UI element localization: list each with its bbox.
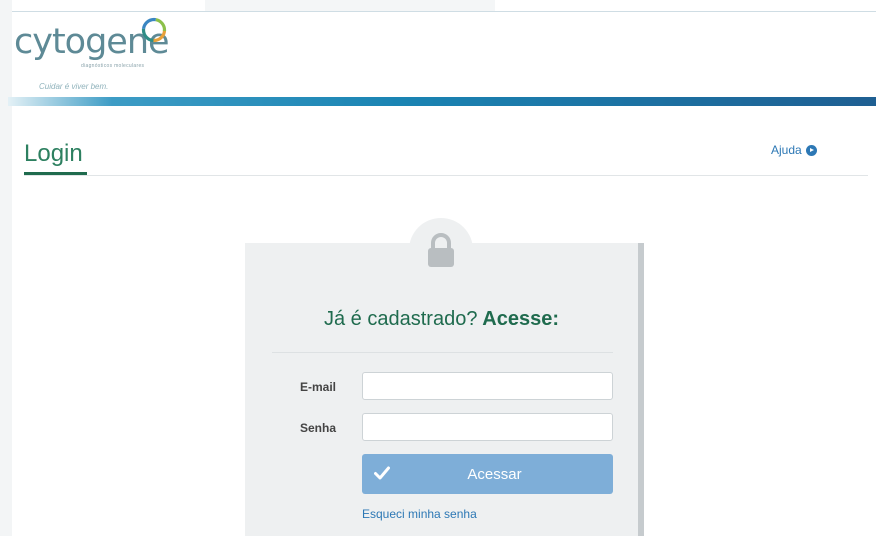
email-field[interactable] — [362, 372, 613, 400]
help-link[interactable]: Ajuda — [771, 143, 817, 157]
header-band — [8, 97, 876, 106]
top-tab-shape — [205, 0, 495, 11]
login-heading: Já é cadastrado? Acesse: — [245, 308, 638, 331]
password-field[interactable] — [362, 413, 613, 441]
login-heading-emphasis: Acesse: — [482, 308, 559, 330]
card-divider — [272, 352, 613, 353]
logo-subtext: diagnósticos moleculares — [81, 63, 145, 69]
submit-button[interactable]: Acessar — [362, 454, 613, 494]
login-heading-prefix: Já é cadastrado? — [324, 308, 478, 330]
cytogene-logo[interactable]: cytogene diagnósticos moleculares Cuidar… — [14, 16, 184, 96]
left-edge-shade — [0, 0, 12, 536]
lock-icon — [428, 233, 454, 267]
login-page: cytogene diagnósticos moleculares Cuidar… — [0, 0, 876, 536]
email-label: E-mail — [299, 380, 336, 394]
page-title: Login — [24, 140, 83, 167]
top-divider — [12, 11, 876, 12]
submit-button-label: Acessar — [467, 466, 522, 483]
forgot-password-link[interactable]: Esqueci minha senha — [362, 507, 477, 521]
logo-tagline: Cuidar é viver bem. — [39, 82, 109, 91]
lock-badge — [409, 218, 473, 282]
help-link-label: Ajuda — [771, 143, 802, 157]
arrow-circle-right-icon — [805, 144, 817, 156]
password-label: Senha — [299, 421, 336, 435]
title-divider — [24, 175, 868, 176]
logo-ring-icon — [141, 17, 167, 43]
